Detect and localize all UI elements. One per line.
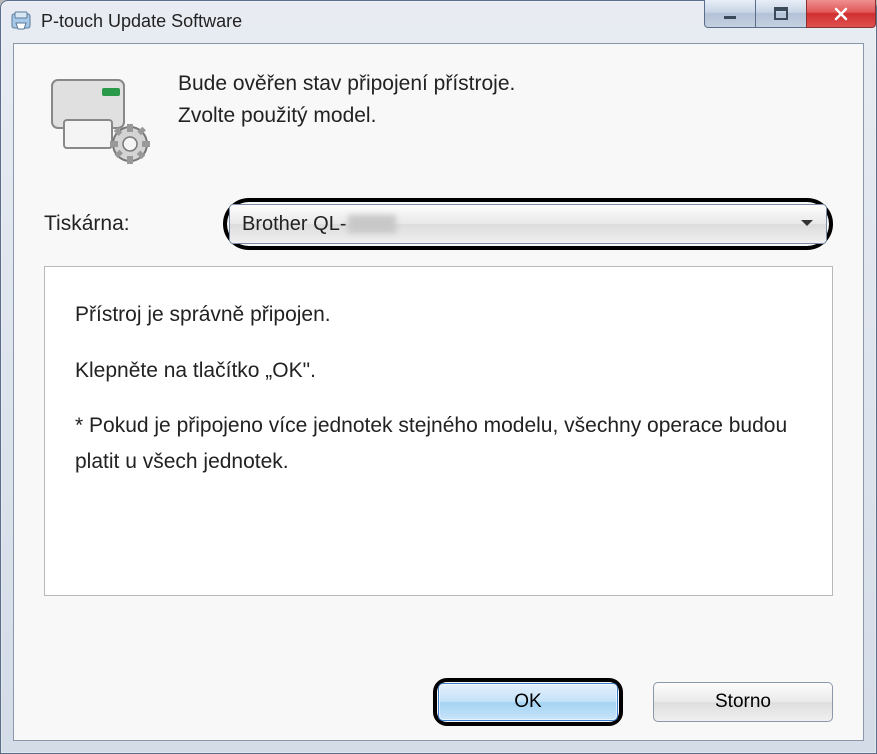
status-line-3: * Pokud je připojeno více jednotek stejn…	[75, 408, 802, 479]
maximize-icon	[774, 7, 788, 21]
cancel-button[interactable]: Storno	[653, 682, 833, 722]
close-icon	[832, 7, 850, 21]
button-row: OK Storno	[433, 678, 833, 726]
printer-select[interactable]: Brother QL-	[229, 204, 827, 244]
status-line-2: Klepněte na tlačítko „OK".	[75, 353, 802, 389]
titlebar: P-touch Update Software	[1, 1, 876, 41]
ok-button-highlight: OK	[433, 678, 623, 726]
header-section: Bude ověřen stav připojení přístroje. Zv…	[14, 44, 863, 188]
printer-label: Tiskárna:	[44, 212, 209, 236]
client-area: Bude ověřen stav připojení přístroje. Zv…	[13, 43, 864, 741]
chevron-down-icon	[800, 215, 814, 233]
printer-gear-icon	[44, 68, 154, 168]
window-controls	[705, 0, 876, 28]
maximize-button[interactable]	[755, 0, 807, 28]
printer-select-value: Brother QL-	[242, 213, 396, 236]
status-line-1: Přístroj je správně připojen.	[75, 297, 802, 333]
minimize-icon	[723, 7, 737, 21]
header-line-1: Bude ověřen stav připojení přístroje.	[178, 68, 515, 100]
printer-row: Tiskárna: Brother QL-	[14, 188, 863, 266]
printer-select-prefix: Brother QL-	[242, 213, 346, 235]
printer-model-obscured	[348, 215, 396, 233]
status-message-box: Přístroj je správně připojen. Klepněte n…	[44, 266, 833, 596]
minimize-button[interactable]	[704, 0, 756, 28]
ok-button[interactable]: OK	[438, 683, 618, 721]
app-window: P-touch Update Software	[0, 0, 877, 754]
header-text: Bude ověřen stav připojení přístroje. Zv…	[178, 68, 515, 131]
printer-select-highlight: Brother QL-	[223, 198, 833, 250]
app-icon	[9, 9, 33, 33]
close-button[interactable]	[806, 0, 876, 28]
header-line-2: Zvolte použitý model.	[178, 100, 515, 132]
